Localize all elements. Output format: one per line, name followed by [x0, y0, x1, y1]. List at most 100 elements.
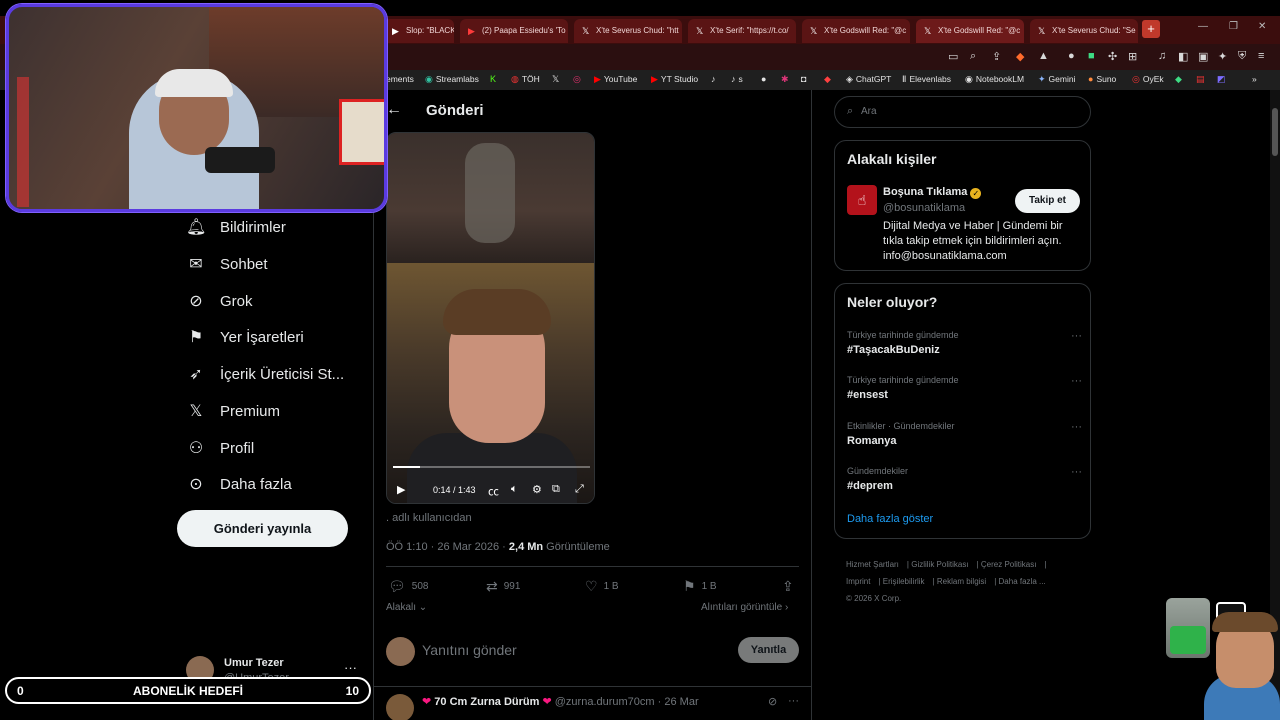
- reply-button[interactable]: Yanıtla: [738, 637, 799, 663]
- browser-tab[interactable]: 𝕏 X'te Godswill Red: "@c: [802, 19, 910, 43]
- more-icon[interactable]: ···: [1071, 421, 1082, 433]
- reply-action[interactable]: 💬︎ 508: [388, 578, 428, 595]
- scrollbar-thumb[interactable]: [1272, 108, 1278, 156]
- post-button[interactable]: Gönderi yayınla: [177, 510, 348, 547]
- nav-grok[interactable]: ⊘ Grok: [186, 286, 252, 316]
- share-action[interactable]: ⇪: [782, 578, 800, 595]
- more-icon[interactable]: ···: [1071, 466, 1082, 478]
- trend-item[interactable]: Gündemdekiler #deprem ···: [847, 466, 1082, 492]
- extension-icon[interactable]: ■: [1088, 50, 1095, 62]
- footer-link[interactable]: Çerez Politikası: [981, 560, 1037, 569]
- bookmark-item[interactable]: ◘: [801, 74, 809, 84]
- reply-input[interactable]: Yanıtını gönder: [422, 642, 517, 658]
- bookmark-item[interactable]: Ⅱ Elevenlabs: [902, 74, 951, 85]
- nav-creator-studio[interactable]: ➶ İçerik Üreticisi St...: [186, 359, 344, 389]
- ai-icon[interactable]: ✦: [1218, 50, 1227, 63]
- bookmarks-overflow-icon[interactable]: »: [1252, 74, 1257, 84]
- browser-tab[interactable]: 𝕏 X'te Severus Chud: "Se: [1030, 19, 1138, 43]
- post-time[interactable]: ÖÖ 1:10 · 26 Mar 2026 ·: [386, 541, 509, 553]
- bookmark-item[interactable]: ◆: [824, 74, 834, 85]
- brave-shield-icon[interactable]: ◆: [1016, 50, 1024, 63]
- reply-author-name[interactable]: 70 Cm Zurna Dürüm: [434, 696, 539, 708]
- bookmark-item[interactable]: ◈ ChatGPT: [846, 74, 891, 85]
- new-tab-button[interactable]: +: [1142, 20, 1160, 38]
- puzzle-icon[interactable]: ✣: [1108, 50, 1117, 63]
- bookmark-item[interactable]: 𝕏: [552, 74, 562, 85]
- trend-item[interactable]: Etkinlikler · Gündemdekiler Romanya ···: [847, 421, 1082, 447]
- bookmark-item[interactable]: ◩: [1217, 74, 1229, 85]
- bookmark-item[interactable]: ◎ OyEk: [1132, 74, 1164, 85]
- bookmark-item[interactable]: ♪ s: [731, 74, 743, 84]
- browser-tab-active[interactable]: 𝕏 X'te Godswill Red: "@c: [916, 19, 1024, 43]
- more-icon[interactable]: ···: [788, 695, 799, 707]
- screenshot-icon[interactable]: ▭: [948, 50, 958, 63]
- like-action[interactable]: ♡ 1 B: [585, 578, 619, 595]
- music-icon[interactable]: ♫: [1158, 50, 1166, 62]
- menu-icon[interactable]: ≡: [1258, 50, 1264, 62]
- follow-button[interactable]: Takip et: [1015, 189, 1080, 213]
- browser-tab[interactable]: 𝕏 X'te Severus Chud: "htt: [574, 19, 682, 43]
- footer-link[interactable]: Erişilebilirlik: [883, 577, 925, 586]
- vpn-icon[interactable]: ⛨: [1238, 50, 1246, 63]
- browser-tab[interactable]: ▶ (2) Paapa Essiedu's 'To: [460, 19, 568, 43]
- bookmark-item[interactable]: ✱: [781, 74, 792, 85]
- close-icon[interactable]: ✕: [1258, 21, 1266, 32]
- bookmark-item[interactable]: ▤: [1196, 74, 1208, 85]
- rewards-icon[interactable]: ▲: [1038, 50, 1049, 62]
- more-icon[interactable]: ···: [344, 660, 357, 675]
- extension-icon[interactable]: ●: [1068, 50, 1075, 62]
- bookmark-item[interactable]: ◍ TÖH: [511, 74, 540, 85]
- footer-link[interactable]: Reklam bilgisi: [937, 577, 986, 586]
- wallet-icon[interactable]: ▣: [1198, 50, 1208, 63]
- more-icon[interactable]: ···: [1071, 375, 1082, 387]
- post-author[interactable]: . adlı kullanıcıdan: [386, 512, 472, 524]
- sidebar-icon[interactable]: ◧: [1178, 50, 1188, 63]
- bookmark-item[interactable]: ●: [761, 74, 769, 84]
- video-player[interactable]: ▶ 0:14 / 1:43 ㏄ 🔈︎ ⚙ ⧉ ⤢: [386, 132, 595, 504]
- fullscreen-icon[interactable]: ⤢: [575, 483, 584, 496]
- bookmark-item[interactable]: ements: [386, 74, 414, 84]
- extension-icon[interactable]: ⊞: [1128, 50, 1137, 63]
- bookmark-item[interactable]: ◆: [1175, 74, 1185, 85]
- browser-tab[interactable]: 𝕏 X'te Serif: "https://t.co/: [688, 19, 796, 43]
- pip-icon[interactable]: ⧉: [552, 483, 560, 496]
- more-icon[interactable]: ···: [1071, 330, 1082, 342]
- play-icon[interactable]: ▶: [397, 483, 405, 496]
- bookmark-item[interactable]: ✦ Gemini: [1038, 74, 1075, 85]
- share-icon[interactable]: ⇪: [992, 50, 1001, 63]
- nav-notifications[interactable]: 🔔︎ Bildirimler: [186, 212, 286, 242]
- footer-link[interactable]: Imprint: [846, 577, 870, 586]
- nav-premium[interactable]: 𝕏 Premium: [186, 396, 280, 426]
- volume-icon[interactable]: 🔈︎: [511, 483, 518, 496]
- minimize-icon[interactable]: —: [1198, 21, 1208, 32]
- view-quotes-link[interactable]: Alıntıları görüntüle ›: [701, 602, 788, 613]
- settings-icon[interactable]: ⚙: [532, 483, 542, 496]
- browser-tab[interactable]: ▶ Slop: "BLACKS: [384, 19, 454, 43]
- bookmark-item[interactable]: ◎: [573, 74, 584, 85]
- back-arrow-icon[interactable]: ←: [386, 101, 402, 119]
- trend-item[interactable]: Türkiye tarihinde gündemde #TaşacakBuDeni…: [847, 330, 1082, 356]
- nav-bookmarks[interactable]: ⚑ Yer İşaretleri: [186, 322, 304, 352]
- search-input[interactable]: ⌕ Ara: [834, 96, 1091, 128]
- trend-item[interactable]: Türkiye tarihinde gündemde #ensest ···: [847, 375, 1082, 401]
- nav-profile[interactable]: ⚇ Profil: [186, 433, 254, 463]
- nav-messages[interactable]: ✉ Sohbet: [186, 249, 267, 279]
- bookmark-item[interactable]: ◉ NotebookLM: [965, 74, 1024, 85]
- footer-link[interactable]: Daha fazla ...: [999, 577, 1046, 586]
- bookmark-item[interactable]: ♪: [711, 74, 719, 84]
- avatar[interactable]: ☝: [847, 185, 877, 215]
- footer-link[interactable]: Hizmet Şartları: [846, 560, 899, 569]
- avatar[interactable]: [386, 694, 414, 720]
- bookmark-item[interactable]: ● Suno: [1088, 74, 1116, 84]
- bookmark-item[interactable]: ◉ Streamlabs: [425, 74, 479, 85]
- bookmark-action[interactable]: ⚑ 1 B: [683, 578, 717, 595]
- nav-more[interactable]: ⊙ Daha fazla: [186, 469, 291, 499]
- bookmark-item[interactable]: ▶ YT Studio: [651, 74, 698, 85]
- grok-icon[interactable]: ⊘: [768, 695, 777, 708]
- bookmark-item[interactable]: ▶ YouTube: [594, 74, 637, 85]
- repost-action[interactable]: ⇄ 991: [486, 578, 520, 595]
- sort-dropdown[interactable]: Alakalı ⌄: [386, 602, 427, 613]
- zoom-icon[interactable]: ⌕: [970, 50, 976, 63]
- video-progress-bar[interactable]: [393, 466, 590, 468]
- restore-icon[interactable]: ❐: [1229, 21, 1238, 32]
